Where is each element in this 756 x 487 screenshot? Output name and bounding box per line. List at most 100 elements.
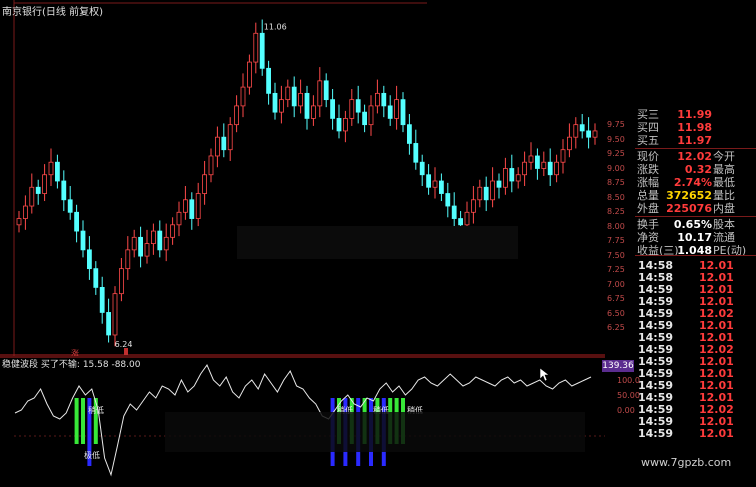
candle: [464, 211, 470, 226]
candle: [182, 199, 188, 213]
candle: [93, 268, 99, 288]
candle: [310, 105, 316, 119]
quote-label: 总量: [637, 189, 659, 202]
quote-row: 涨跌 0.32 最高: [635, 163, 756, 176]
candle: [541, 161, 547, 169]
quote-label-2: 量比: [713, 189, 735, 202]
candle: [336, 118, 342, 132]
candle: [528, 155, 534, 163]
quote-label: 买四: [637, 121, 659, 134]
axis-tick-label: 7.00: [607, 279, 625, 289]
candle: [291, 86, 297, 107]
candle: [48, 161, 54, 176]
quote-divider: [635, 148, 756, 149]
quote-value: 11.98: [677, 121, 712, 134]
tick-time: 14:59: [638, 427, 674, 440]
ind-axis-label: 0.00: [617, 406, 635, 415]
quote-label: 外盘: [637, 202, 659, 215]
limit-up-flag: [124, 348, 128, 355]
quote-row: 外盘 225076 内盘: [635, 202, 756, 215]
quote-value: 372652: [666, 189, 712, 202]
tick-row: 14:59 12.01: [635, 427, 756, 440]
candle: [419, 161, 425, 176]
candle: [304, 92, 310, 119]
quote-label-2: 今开: [713, 150, 735, 163]
chart-title: 南京银行(日线 前复权): [2, 7, 103, 18]
candle: [35, 186, 41, 194]
axis-tick-label: 7.25: [607, 265, 625, 274]
quote-divider: [635, 216, 756, 217]
candle: [195, 193, 201, 219]
axis-tick-label: 8.50: [607, 192, 625, 202]
candle: [234, 105, 240, 126]
candle: [490, 180, 496, 201]
candle: [119, 268, 124, 295]
signal-label-extreme-low: 极低: [84, 450, 100, 460]
candle: [323, 80, 329, 101]
candle: [592, 130, 598, 138]
candle: [29, 186, 35, 207]
candle: [579, 124, 585, 132]
candle: [438, 180, 444, 194]
quote-label-2: 最高: [713, 163, 735, 176]
candle: [22, 205, 28, 219]
candle: [573, 124, 579, 138]
candle: [16, 218, 22, 226]
candle: [515, 174, 521, 182]
tick-price: 12.01: [699, 427, 734, 440]
quote-label-2: 股本: [713, 218, 735, 231]
obscured-region: [237, 226, 518, 259]
axis-tick-label: 9.25: [607, 149, 625, 158]
quote-row: 总量 372652 量比: [635, 189, 756, 202]
candle: [368, 105, 374, 126]
candle: [214, 136, 220, 157]
quote-row: 净资 10.17 流通: [635, 231, 756, 244]
candle: [221, 136, 227, 151]
axis-tick-label: 7.75: [607, 236, 625, 245]
quote-label: 现价: [637, 150, 659, 163]
candle: [413, 143, 419, 163]
quote-label: 涨跌: [637, 163, 659, 176]
candle: [355, 99, 361, 113]
quote-value: 10.17: [677, 231, 712, 244]
candle: [458, 218, 464, 226]
candle: [496, 180, 502, 188]
candle: [567, 136, 572, 151]
candle: [285, 86, 291, 101]
quote-label-2: 最低: [713, 176, 735, 189]
candle: [42, 174, 47, 194]
quote-row: 换手 0.65% 股本: [635, 218, 756, 231]
candle: [189, 199, 195, 219]
quote-panel: 买三 11.99 买四 11.98 买五 11.97 现价 12.02 今开 涨跌 0.32 最高 涨幅…: [635, 106, 756, 487]
quote-row: 买四 11.98: [635, 121, 756, 134]
candle: [522, 161, 527, 176]
quote-row: 买三 11.99: [635, 108, 756, 121]
candle: [176, 211, 182, 226]
candle: [67, 199, 73, 213]
candle: [55, 161, 60, 182]
signal-bar: [74, 398, 79, 444]
signal-bar: [93, 398, 98, 444]
quote-value: 2.74%: [673, 176, 712, 189]
axis-tick-label: 8.25: [607, 207, 625, 216]
candle: [342, 118, 348, 132]
obscured-region: [427, 0, 756, 113]
axis-tick-label: 6.25: [607, 323, 625, 332]
candle: [426, 174, 432, 188]
candle: [502, 168, 508, 188]
candle: [266, 67, 272, 94]
axis-tick-label: 8.75: [607, 178, 625, 187]
quote-divider: [635, 255, 756, 256]
signal-bar: [81, 398, 85, 444]
candle: [202, 174, 208, 194]
candle: [445, 193, 451, 207]
axis-tick-label: 8.00: [607, 221, 625, 231]
quote-value: 0.65%: [673, 218, 712, 231]
candle: [374, 92, 380, 107]
candle: [509, 168, 515, 182]
candle: [394, 99, 400, 119]
candle: [138, 236, 144, 257]
quote-label-2: 流通: [713, 231, 735, 244]
candle: [330, 99, 336, 119]
candle: [208, 155, 214, 176]
